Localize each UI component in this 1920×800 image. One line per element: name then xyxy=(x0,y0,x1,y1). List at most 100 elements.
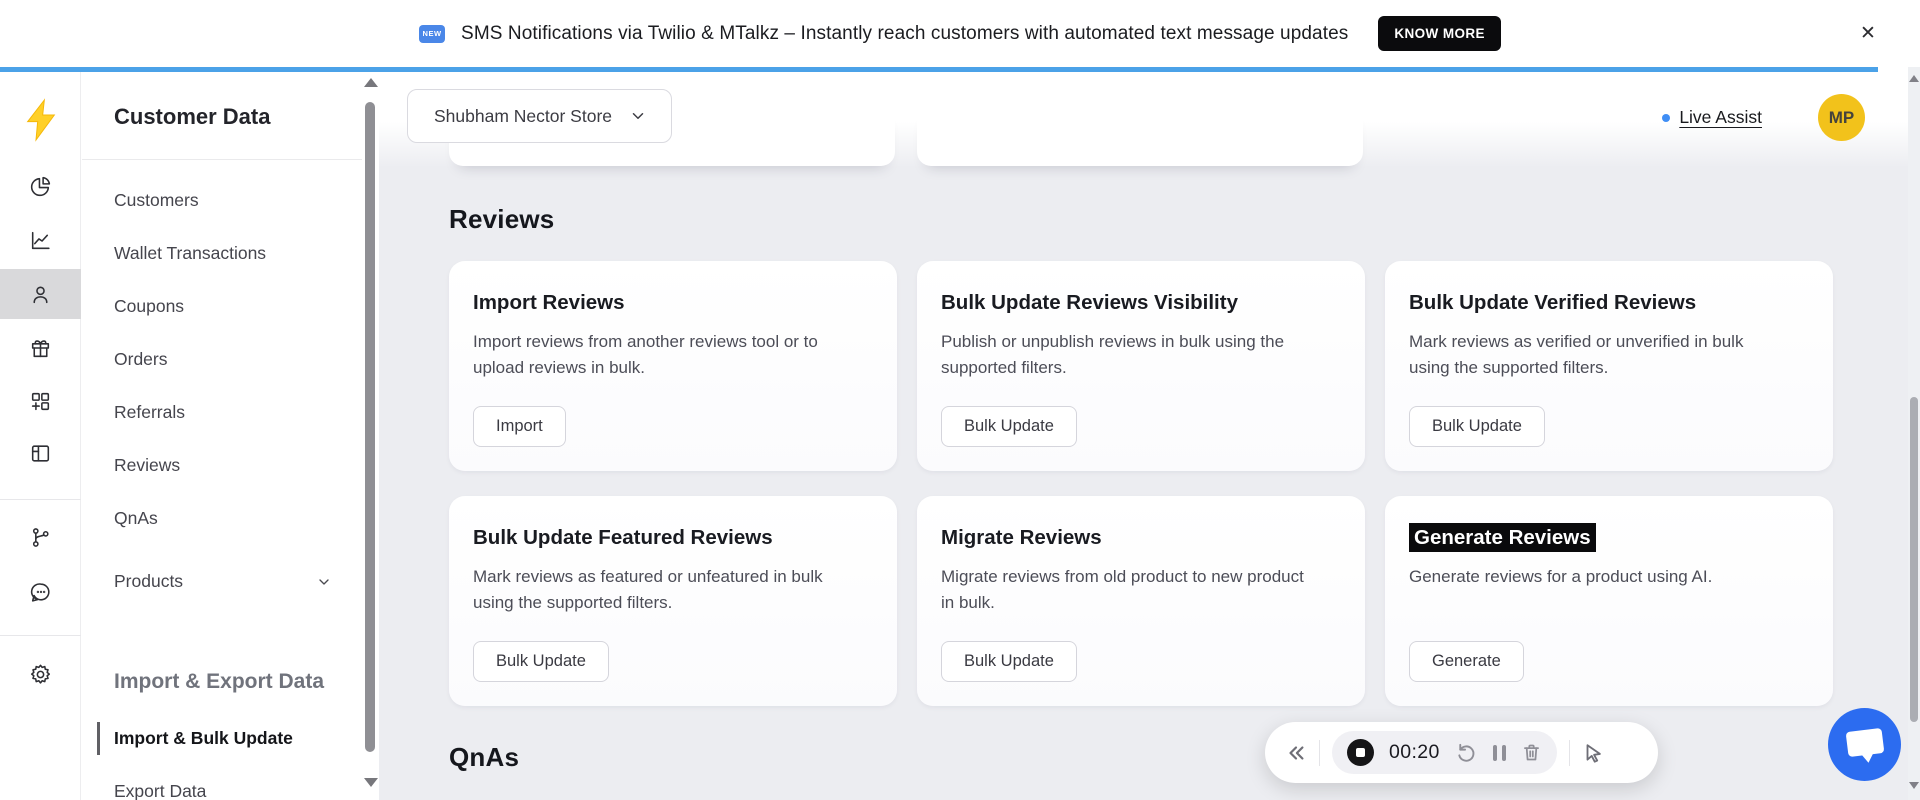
card-title: Bulk Update Featured Reviews xyxy=(473,526,867,550)
know-more-button[interactable]: KNOW MORE xyxy=(1378,16,1501,51)
card-description: Import reviews from another reviews tool… xyxy=(473,329,867,381)
app-logo[interactable] xyxy=(0,98,81,142)
card-generate-reviews: Generate Reviews Generate reviews for a … xyxy=(1385,496,1833,706)
rail-divider xyxy=(0,499,81,500)
pie-chart-icon[interactable] xyxy=(0,161,81,211)
scrollbar-thumb[interactable] xyxy=(1910,397,1918,722)
restart-recording-icon[interactable] xyxy=(1455,741,1478,764)
sidebar-item-orders[interactable]: Orders xyxy=(82,333,362,386)
card-title: Bulk Update Reviews Visibility xyxy=(941,291,1335,315)
sidebar-item-referrals[interactable]: Referrals xyxy=(82,386,362,439)
sidebar-item-label: Referrals xyxy=(114,402,185,423)
sidebar-item-label: QnAs xyxy=(114,508,158,529)
icon-rail xyxy=(0,72,81,800)
import-button[interactable]: Import xyxy=(473,406,566,447)
lightning-bolt-icon xyxy=(21,98,61,142)
reviews-section-title: Reviews xyxy=(449,204,554,235)
generate-button[interactable]: Generate xyxy=(1409,641,1524,682)
scroll-up-arrow[interactable] xyxy=(1909,75,1919,82)
user-avatar[interactable]: MP xyxy=(1818,94,1865,141)
divider xyxy=(1569,740,1570,766)
sidebar-item-customers[interactable]: Customers xyxy=(82,174,362,227)
sidebar-footer-title: Import & Export Data xyxy=(114,670,324,694)
sidebar-item-label: Reviews xyxy=(114,455,180,476)
sidebar-item-coupons[interactable]: Coupons xyxy=(82,280,362,333)
accent-line xyxy=(0,67,1878,72)
qnas-section-title: QnAs xyxy=(449,742,519,773)
close-icon[interactable]: ✕ xyxy=(1856,22,1880,46)
card-bulk-update-verified-reviews: Bulk Update Verified Reviews Mark review… xyxy=(1385,261,1833,471)
card-title: Migrate Reviews xyxy=(941,526,1335,550)
scroll-down-arrow[interactable] xyxy=(1909,782,1919,789)
sidebar-item-export-data[interactable]: Export Data xyxy=(82,765,362,800)
chevron-down-icon xyxy=(629,107,647,125)
sidebar-item-label: Customers xyxy=(114,190,199,211)
rail-divider xyxy=(0,635,81,636)
collapse-toolbar-icon[interactable] xyxy=(1285,742,1307,764)
store-selector-dropdown[interactable]: Shubham Nector Store xyxy=(407,89,672,143)
card-title: Generate Reviews xyxy=(1409,526,1803,550)
gear-icon[interactable] xyxy=(0,649,81,699)
line-chart-icon[interactable] xyxy=(0,215,81,265)
delete-recording-icon[interactable] xyxy=(1521,742,1542,763)
card-migrate-reviews: Migrate Reviews Migrate reviews from old… xyxy=(917,496,1365,706)
live-assist-link[interactable]: Live Assist xyxy=(1662,107,1762,128)
sidebar-item-label: Import & Bulk Update xyxy=(114,728,293,749)
gift-icon[interactable] xyxy=(0,323,81,373)
chat-bubble-icon xyxy=(1846,728,1885,757)
card-description: Mark reviews as verified or unverified i… xyxy=(1409,329,1803,381)
recorder-controls: 00:20 xyxy=(1332,731,1557,774)
person-icon[interactable] xyxy=(0,269,81,319)
layout-icon[interactable] xyxy=(0,428,81,478)
status-dot-icon xyxy=(1662,114,1670,122)
apps-icon[interactable] xyxy=(0,376,81,426)
card-title: Bulk Update Verified Reviews xyxy=(1409,291,1803,315)
announcement-text: SMS Notifications via Twilio & MTalkz – … xyxy=(461,23,1348,45)
chat-widget-button[interactable] xyxy=(1828,708,1901,781)
new-badge-icon: NEW xyxy=(419,25,445,43)
main-content: Shubham Nector Store Live Assist MP Revi… xyxy=(379,72,1908,800)
sidebar: Customer Data Customers Wallet Transacti… xyxy=(82,72,362,800)
chat-icon[interactable] xyxy=(0,567,81,617)
recording-timer: 00:20 xyxy=(1389,741,1440,764)
sidebar-item-label: Coupons xyxy=(114,296,184,317)
sidebar-item-wallet-transactions[interactable]: Wallet Transactions xyxy=(82,227,362,280)
sidebar-scrollbar xyxy=(362,74,379,800)
card-description: Generate reviews for a product using AI. xyxy=(1409,564,1803,590)
card-description: Publish or unpublish reviews in bulk usi… xyxy=(941,329,1335,381)
sidebar-item-import-bulk-update[interactable]: Import & Bulk Update xyxy=(82,712,362,765)
scrollbar-thumb[interactable] xyxy=(365,102,375,752)
scroll-up-arrow[interactable] xyxy=(364,78,378,87)
scroll-down-arrow[interactable] xyxy=(364,778,378,787)
bulk-update-button[interactable]: Bulk Update xyxy=(473,641,609,682)
divider xyxy=(1319,740,1320,766)
divider xyxy=(82,159,362,160)
recorder-toolbar: 00:20 xyxy=(1265,722,1658,783)
chevron-down-icon xyxy=(316,574,332,590)
store-selector-value: Shubham Nector Store xyxy=(434,106,612,127)
sidebar-item-label: Orders xyxy=(114,349,167,370)
window-scrollbar xyxy=(1908,67,1920,800)
bulk-update-button[interactable]: Bulk Update xyxy=(941,641,1077,682)
card-description: Migrate reviews from old product to new … xyxy=(941,564,1335,616)
sidebar-section-title: Customer Data xyxy=(114,104,270,130)
card-bulk-update-reviews-visibility: Bulk Update Reviews Visibility Publish o… xyxy=(917,261,1365,471)
card-import-reviews: Import Reviews Import reviews from anoth… xyxy=(449,261,897,471)
sidebar-item-label: Products xyxy=(114,571,183,592)
card-title: Import Reviews xyxy=(473,291,867,315)
sidebar-item-qnas[interactable]: QnAs xyxy=(82,492,362,545)
announcement-banner: NEW SMS Notifications via Twilio & MTalk… xyxy=(0,0,1920,67)
git-branch-icon[interactable] xyxy=(0,512,81,562)
pause-recording-icon[interactable] xyxy=(1493,745,1506,761)
live-assist-label: Live Assist xyxy=(1679,107,1762,128)
bulk-update-button[interactable]: Bulk Update xyxy=(941,406,1077,447)
cursor-tool-icon[interactable] xyxy=(1582,742,1604,764)
card-description: Mark reviews as featured or unfeatured i… xyxy=(473,564,867,616)
sidebar-item-products[interactable]: Products xyxy=(82,555,362,608)
stop-recording-button[interactable] xyxy=(1347,739,1374,766)
sidebar-item-label: Wallet Transactions xyxy=(114,243,266,264)
bulk-update-button[interactable]: Bulk Update xyxy=(1409,406,1545,447)
card-bulk-update-featured-reviews: Bulk Update Featured Reviews Mark review… xyxy=(449,496,897,706)
partial-card xyxy=(917,106,1363,166)
sidebar-item-reviews[interactable]: Reviews xyxy=(82,439,362,492)
